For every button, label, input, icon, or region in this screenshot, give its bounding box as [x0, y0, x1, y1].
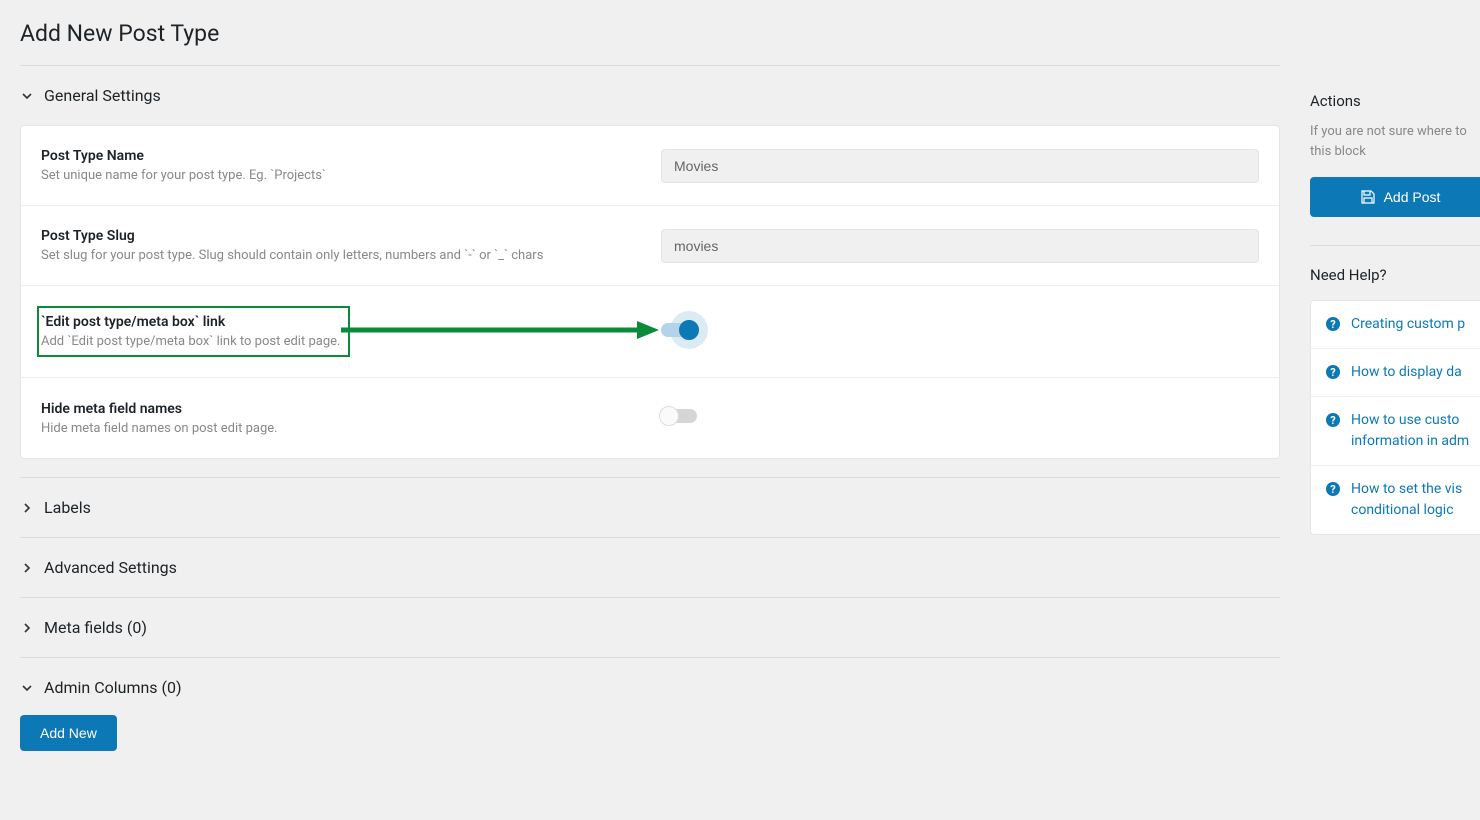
label-hide-meta: Hide meta field names [41, 401, 661, 417]
help-link[interactable]: How to display da [1351, 362, 1462, 383]
add-post-button[interactable]: Add Post [1310, 177, 1480, 217]
sidebar-actions-desc: If you are not sure where to this block [1310, 122, 1480, 161]
section-title-meta-fields: Meta fields (0) [44, 618, 147, 637]
field-post-type-slug: Post Type Slug Set slug for your post ty… [21, 206, 1279, 286]
main-content: Add New Post Type General Settings Post … [20, 12, 1280, 751]
section-advanced: Advanced Settings [20, 537, 1280, 597]
help-link[interactable]: How to set the vis conditional logic [1351, 479, 1475, 521]
toggle-hide-meta[interactable] [661, 407, 697, 425]
section-header-general[interactable]: General Settings [20, 84, 1280, 107]
desc-hide-meta: Hide meta field names on post edit page. [41, 421, 661, 436]
section-title-advanced: Advanced Settings [44, 558, 177, 577]
help-link[interactable]: How to use custo information in adm [1351, 410, 1475, 452]
help-icon: ? [1325, 412, 1341, 428]
section-header-meta-fields[interactable]: Meta fields (0) [20, 616, 1280, 639]
field-edit-link: `Edit post type/meta box` link Add `Edit… [21, 286, 1279, 378]
help-icon: ? [1325, 316, 1341, 332]
chevron-right-icon [20, 621, 34, 635]
section-header-advanced[interactable]: Advanced Settings [20, 556, 1280, 579]
chevron-down-icon [20, 681, 34, 695]
help-item: ? How to set the vis conditional logic [1311, 466, 1480, 534]
section-header-labels[interactable]: Labels [20, 496, 1280, 519]
save-icon [1360, 189, 1376, 205]
svg-text:?: ? [1330, 366, 1336, 379]
toggle-edit-link[interactable] [661, 321, 697, 339]
field-post-type-name: Post Type Name Set unique name for your … [21, 126, 1279, 206]
chevron-down-icon [20, 89, 34, 103]
sidebar: Actions If you are not sure where to thi… [1310, 12, 1480, 751]
section-meta-fields: Meta fields (0) [20, 597, 1280, 657]
svg-text:?: ? [1330, 318, 1336, 331]
help-link[interactable]: Creating custom p [1351, 314, 1465, 335]
sidebar-help-title: Need Help? [1310, 266, 1480, 284]
section-admin-columns: Admin Columns (0) Add New [20, 657, 1280, 751]
chevron-right-icon [20, 501, 34, 515]
help-icon: ? [1325, 481, 1341, 497]
desc-post-type-slug: Set slug for your post type. Slug should… [41, 248, 661, 263]
section-title-labels: Labels [44, 498, 91, 517]
general-panel: Post Type Name Set unique name for your … [20, 125, 1280, 459]
section-labels: Labels [20, 477, 1280, 537]
help-icon: ? [1325, 364, 1341, 380]
desc-edit-link: Add `Edit post type/meta box` link to po… [41, 334, 340, 349]
label-post-type-name: Post Type Name [41, 148, 661, 164]
section-header-admin-columns[interactable]: Admin Columns (0) [20, 676, 1280, 699]
highlight-annotation: `Edit post type/meta box` link Add `Edit… [37, 306, 350, 357]
input-post-type-name[interactable] [661, 149, 1259, 183]
help-list: ? Creating custom p ? How to display da … [1310, 300, 1480, 535]
svg-text:?: ? [1330, 414, 1336, 427]
section-general: General Settings Post Type Name Set uniq… [20, 65, 1280, 477]
page-title: Add New Post Type [20, 20, 1280, 47]
add-post-button-label: Add Post [1384, 189, 1441, 205]
section-title-general: General Settings [44, 86, 161, 105]
help-item: ? Creating custom p [1311, 301, 1480, 349]
label-edit-link: `Edit post type/meta box` link [41, 314, 340, 330]
input-post-type-slug[interactable] [661, 229, 1259, 263]
sidebar-actions-title: Actions [1310, 92, 1480, 110]
svg-text:?: ? [1330, 483, 1336, 496]
help-item: ? How to display da [1311, 349, 1480, 397]
desc-post-type-name: Set unique name for your post type. Eg. … [41, 168, 661, 183]
section-title-admin-columns: Admin Columns (0) [44, 678, 182, 697]
field-hide-meta: Hide meta field names Hide meta field na… [21, 378, 1279, 458]
chevron-right-icon [20, 561, 34, 575]
help-item: ? How to use custo information in adm [1311, 397, 1480, 466]
label-post-type-slug: Post Type Slug [41, 228, 661, 244]
add-new-button[interactable]: Add New [20, 715, 117, 751]
